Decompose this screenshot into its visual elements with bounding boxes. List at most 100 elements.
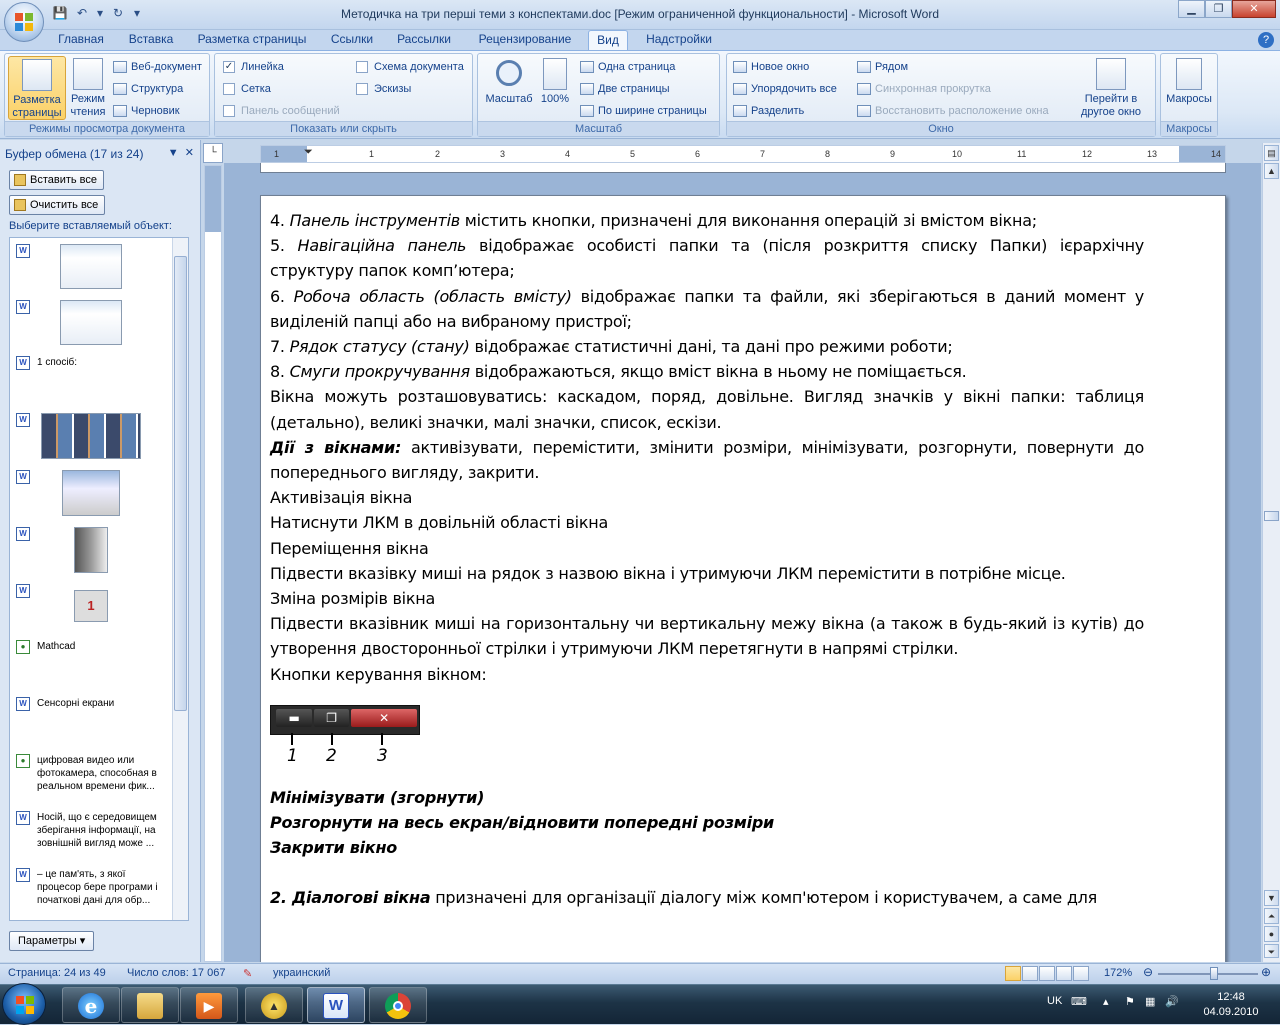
- new-window-button[interactable]: Новое окно: [733, 58, 809, 76]
- clock[interactable]: 12:48 04.09.2010: [1196, 990, 1266, 1020]
- reading-view-icon[interactable]: [1022, 966, 1038, 981]
- grid-checkbox[interactable]: Сетка: [223, 80, 271, 98]
- doc-map-checkbox[interactable]: Схема документа: [356, 58, 464, 76]
- minimize-button[interactable]: ▁: [1178, 0, 1205, 18]
- zoom-button[interactable]: Масштаб: [482, 56, 536, 120]
- ruler-checkbox[interactable]: ✓ Линейка: [223, 58, 284, 76]
- clipboard-item[interactable]: W – це пам'ять, з якої процесор бере прог…: [14, 868, 169, 918]
- clipboard-item[interactable]: W: [14, 300, 169, 348]
- taskbar-explorer[interactable]: [121, 987, 179, 1023]
- close-button[interactable]: ✕: [1232, 0, 1276, 18]
- ruler-toggle-icon[interactable]: ▤: [1264, 145, 1279, 161]
- options-button[interactable]: Параметры ▾: [9, 931, 95, 951]
- clipboard-item[interactable]: ● цифровая видео или фотокамера, способна…: [14, 754, 169, 804]
- horizontal-ruler[interactable]: ⏷ 1 1 2 3 4 5 6 7 8 9 10 11 12 13 14: [260, 145, 1226, 163]
- tab-page-layout[interactable]: Разметка страницы: [192, 30, 312, 50]
- print-layout-view-icon[interactable]: [1005, 966, 1021, 981]
- clock-time: 12:48: [1217, 991, 1245, 1003]
- arrange-all-button[interactable]: Упорядочить все: [733, 80, 837, 98]
- taskbar-chrome[interactable]: [369, 987, 427, 1023]
- zoom-100-button[interactable]: 100%: [536, 56, 574, 120]
- tab-selector[interactable]: └: [203, 143, 223, 163]
- restore-button[interactable]: ❐: [1205, 0, 1232, 18]
- page-count[interactable]: Страница: 24 из 49: [8, 967, 106, 979]
- clipboard-list: W W W1 спосіб: W W W W1 ● Mathcad W Сенсор…: [9, 237, 189, 921]
- zoom-out-icon[interactable]: ⊖: [1143, 965, 1153, 979]
- page-width-button[interactable]: По ширине страницы: [580, 102, 707, 120]
- tab-home[interactable]: Главная: [52, 30, 110, 50]
- zoom-slider[interactable]: [1158, 973, 1258, 975]
- tab-references[interactable]: Ссылки: [324, 30, 380, 50]
- outline-button[interactable]: Структура: [113, 80, 183, 98]
- document-area[interactable]: 4. Панель інструментів містить кнопки, п…: [224, 163, 1261, 962]
- web-layout-button[interactable]: Веб-документ: [113, 58, 202, 76]
- volume-icon[interactable]: 🔊: [1165, 995, 1179, 1008]
- split-button[interactable]: Разделить: [733, 102, 804, 120]
- clipboard-item[interactable]: W: [14, 527, 169, 577]
- proofing-icon[interactable]: ✎: [243, 967, 252, 980]
- paste-all-button[interactable]: Вставить все: [9, 170, 105, 190]
- clear-all-button[interactable]: Очистить все: [9, 195, 106, 215]
- one-page-button[interactable]: Одна страница: [580, 58, 675, 76]
- vertical-ruler[interactable]: [204, 165, 222, 962]
- clipboard-item[interactable]: W: [14, 470, 169, 520]
- print-layout-button[interactable]: Разметка страницы: [8, 56, 66, 120]
- draft-view-icon[interactable]: [1073, 966, 1089, 981]
- pane-close-icon[interactable]: ✕: [185, 147, 194, 159]
- clipboard-item[interactable]: W1: [14, 584, 169, 634]
- network-icon[interactable]: ▦: [1145, 995, 1155, 1008]
- scroll-thumb[interactable]: [174, 256, 187, 711]
- web-view-icon[interactable]: [1039, 966, 1055, 981]
- zoom-slider-thumb[interactable]: [1210, 967, 1218, 980]
- scroll-thumb[interactable]: [1264, 511, 1279, 521]
- zoom-in-icon[interactable]: ⊕: [1261, 965, 1271, 979]
- help-icon[interactable]: ?: [1258, 32, 1274, 48]
- office-button[interactable]: [4, 2, 44, 42]
- tab-mailings[interactable]: Рассылки: [392, 30, 456, 50]
- clipboard-item[interactable]: W Носій, що є середовищем зберігання інфо…: [14, 811, 169, 861]
- switch-window-button[interactable]: Перейти в другое окно: [1071, 56, 1151, 120]
- clipboard-item[interactable]: W Сенсорні екрани: [14, 697, 169, 747]
- zoom-level[interactable]: 172%: [1104, 967, 1132, 979]
- tab-review[interactable]: Рецензирование: [470, 30, 580, 50]
- clipboard-item[interactable]: W: [14, 413, 169, 463]
- browse-object-icon[interactable]: ●: [1264, 926, 1279, 942]
- clipboard-item[interactable]: W 1 спосіб:: [14, 356, 169, 406]
- scroll-down-icon[interactable]: ▼: [1264, 890, 1279, 906]
- scroll-up-icon[interactable]: ▲: [1264, 163, 1279, 179]
- input-language[interactable]: UK: [1047, 995, 1062, 1007]
- taskbar-ie[interactable]: e: [62, 987, 120, 1023]
- document-text[interactable]: 4. Панель інструментів містить кнопки, п…: [270, 208, 1144, 911]
- macros-button[interactable]: Макросы: [1163, 56, 1215, 120]
- clipboard-scrollbar[interactable]: [172, 238, 188, 920]
- vertical-scrollbar[interactable]: ▤ ▲ ▼ ⏶ ● ⏷: [1262, 143, 1280, 962]
- flag-icon[interactable]: ⚑: [1125, 995, 1135, 1008]
- start-button[interactable]: [2, 983, 46, 1025]
- side-by-side-button[interactable]: Рядом: [857, 58, 908, 76]
- previous-page-icon[interactable]: ⏶: [1264, 908, 1279, 924]
- taskbar-app[interactable]: ▲: [245, 987, 303, 1023]
- language[interactable]: украинский: [273, 967, 330, 979]
- taskbar-word[interactable]: W: [307, 987, 365, 1023]
- next-page-icon[interactable]: ⏷: [1264, 944, 1279, 958]
- tab-view[interactable]: Вид: [588, 30, 628, 50]
- close-glyph-icon: ✕: [351, 708, 417, 727]
- draft-button[interactable]: Черновик: [113, 102, 180, 120]
- outline-view-icon[interactable]: [1056, 966, 1072, 981]
- new-window-label: Новое окно: [751, 61, 810, 73]
- two-pages-button[interactable]: Две страницы: [580, 80, 670, 98]
- clipboard-item[interactable]: W: [14, 244, 169, 292]
- book-icon: [73, 58, 103, 90]
- keyboard-icon[interactable]: ⌨: [1071, 995, 1087, 1008]
- tab-addins[interactable]: Надстройки: [640, 30, 718, 50]
- word-count[interactable]: Число слов: 17 067: [127, 967, 225, 979]
- show-hidden-icons-icon[interactable]: ▴: [1103, 995, 1109, 1008]
- clipboard-item[interactable]: ● Mathcad: [14, 640, 169, 690]
- tab-insert[interactable]: Вставка: [122, 30, 180, 50]
- pane-options-icon[interactable]: ▼: [168, 147, 179, 159]
- indent-marker-icon[interactable]: ⏷: [304, 146, 313, 159]
- window-control-buttons-image[interactable]: ▬ ❐ ✕: [270, 704, 420, 735]
- reading-mode-button[interactable]: Режим чтения: [67, 56, 109, 120]
- taskbar-media-player[interactable]: ▶: [180, 987, 238, 1023]
- thumbnails-checkbox[interactable]: Эскизы: [356, 80, 411, 98]
